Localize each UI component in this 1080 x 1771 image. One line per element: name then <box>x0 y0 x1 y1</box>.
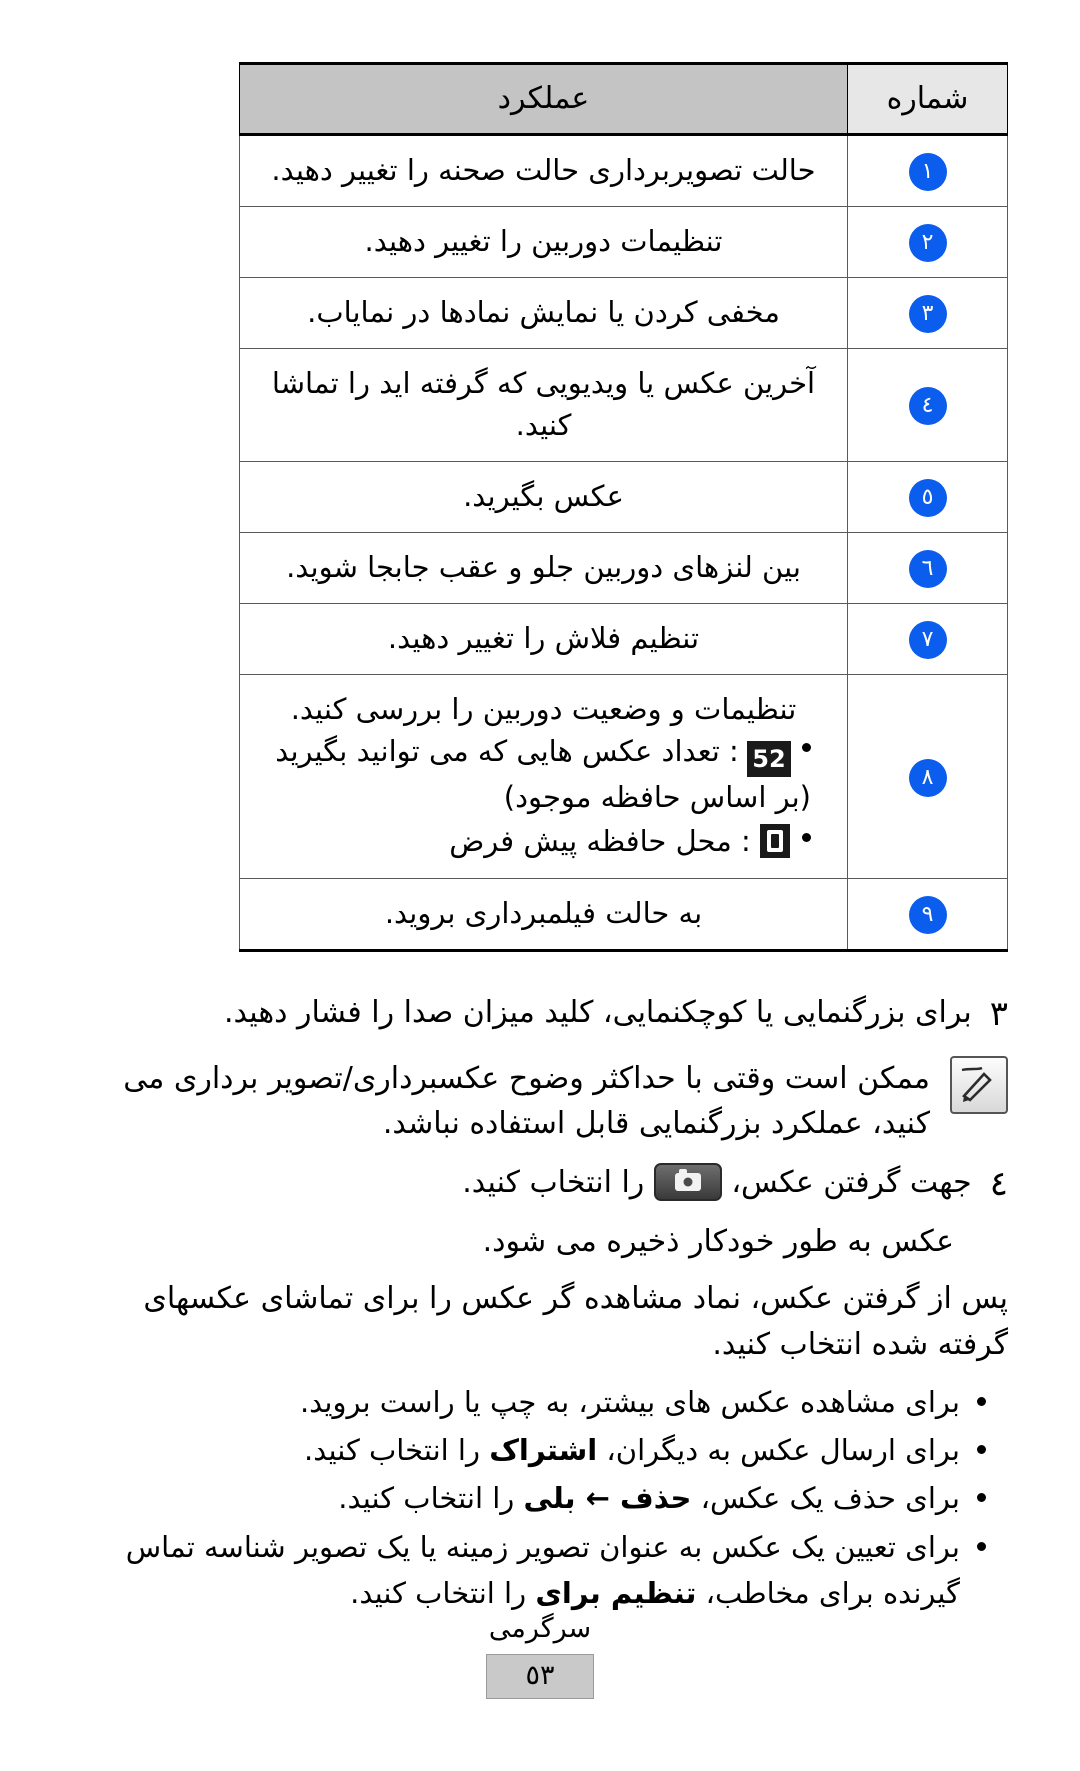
badge-number-5: ٥ <box>908 479 947 518</box>
table-row: ٢ تنظیمات دوربین را تغییر دهید. <box>239 206 1008 279</box>
step-3-number: ٣ <box>989 994 1008 1035</box>
row-number-cell: ١ <box>847 133 1008 208</box>
row-function-cell: تنظیم فلاش را تغییر دهید. <box>239 603 848 676</box>
list-item: برای تعیین یک عکس به عنوان تصویر زمینه ی… <box>72 1524 990 1617</box>
table-row: ٨ تنظیمات و وضعیت دوربین را بررسی کنید. … <box>239 674 1008 880</box>
option-4-bold: تنظیم برای <box>535 1576 697 1611</box>
row-number-cell: ٧ <box>847 603 1008 676</box>
row-function-cell: حالت تصویربرداری حالت صحنه را تغییر دهید… <box>239 133 848 208</box>
badge-number-7: ٧ <box>908 621 947 660</box>
row-number-cell: ٣ <box>847 277 1008 350</box>
badge-number-9: ٩ <box>908 896 947 935</box>
row-function-cell: عکس بگیرید. <box>239 461 848 534</box>
table-row: ٦ بین لنزهای دوربین جلو و عقب جابجا شوید… <box>239 532 1008 605</box>
row-number-cell: ٥ <box>847 461 1008 534</box>
step-3: ٣ برای بزرگنمایی یا کوچکنمایی، کلید میزا… <box>72 990 1008 1039</box>
row-function-cell: مخفی کردن یا نمایش نمادها در نمایاب. <box>239 277 848 350</box>
table-row: ٥ عکس بگیرید. <box>239 461 1008 534</box>
row-function-cell: بین لنزهای دوربین جلو و عقب جابجا شوید. <box>239 532 848 605</box>
row8-bullet-1-text: : تعداد عکس هایی که می توانید بگیرید (بر… <box>275 734 811 815</box>
badge-number-4: ٤ <box>908 387 947 426</box>
footer-section-title: سرگرمی <box>488 1613 592 1644</box>
note-pencil-icon <box>950 1055 1008 1114</box>
after-capture-paragraph: پس از گرفتن عکس، نماد مشاهده گر عکس را ب… <box>143 1280 1008 1363</box>
option-2-before: برای ارسال عکس به دیگران، <box>597 1432 960 1467</box>
manual-page: شماره عملکرد ١ حالت تصویربرداری حالت صحن… <box>0 0 1080 1771</box>
options-list: برای مشاهده عکس های بیشتر، به چپ یا راست… <box>72 1379 1008 1617</box>
table-row: ٩ به حالت فیلمبرداری بروید. <box>239 878 1008 953</box>
bullet-dot-icon <box>802 743 811 753</box>
step-3-text: برای بزرگنمایی یا کوچکنمایی، کلید میزان … <box>223 995 972 1031</box>
table-row: ٧ تنظیم فلاش را تغییر دهید. <box>239 603 1008 676</box>
badge-number-1: ١ <box>908 153 947 191</box>
bullet-dot-icon <box>802 832 811 842</box>
row8-bullet-1: 52 : تعداد عکس هایی که می توانید بگیرید … <box>266 730 821 820</box>
row-function-cell: به حالت فیلمبرداری بروید. <box>239 878 848 953</box>
column-header-number: شماره <box>847 62 1008 136</box>
row-number-cell: ٩ <box>847 878 1008 953</box>
row-number-cell: ٢ <box>847 206 1008 279</box>
option-2-bold: اشتراک <box>489 1432 598 1467</box>
row-number-cell: ٤ <box>847 348 1008 463</box>
badge-number-2: ٢ <box>908 224 947 263</box>
option-3-before: برای حذف یک عکس، <box>691 1481 960 1516</box>
row-number-cell: ٨ <box>847 674 1008 880</box>
badge-number-3: ٣ <box>908 295 947 334</box>
counter-52-icon: 52 <box>748 742 790 777</box>
table-row: ٤ آخرین عکس یا ویدیویی که گرفته اید را ت… <box>239 348 1008 463</box>
list-item: برای ارسال عکس به دیگران، اشتراک را انتخ… <box>72 1427 990 1473</box>
step-4-text-before: جهت گرفتن عکس، <box>721 1164 972 1200</box>
option-3-after: را انتخاب کنید. <box>338 1481 524 1516</box>
step-4-text: جهت گرفتن عکس، را انتخاب کنید. <box>72 1160 972 1205</box>
row8-bullet-2-text: : محل حافظه پیش فرض <box>449 823 760 858</box>
table-header-row: شماره عملکرد <box>239 62 1008 136</box>
note-callout: ممکن است وقتی با حداکثر وضوح عکسبرداری/ت… <box>72 1055 1008 1146</box>
column-header-function: عملکرد <box>239 62 848 136</box>
page-footer: سرگرمی ٥٣ <box>0 1613 1080 1699</box>
row8-bullet-2: : محل حافظه پیش فرض <box>266 820 821 864</box>
table-row: ٣ مخفی کردن یا نمایش نمادها در نمایاب. <box>239 277 1008 350</box>
option-2-after: را انتخاب کنید. <box>304 1432 490 1467</box>
memory-location-icon <box>760 823 790 858</box>
row-function-cell: تنظیمات و وضعیت دوربین را بررسی کنید. 52… <box>239 674 848 880</box>
instruction-steps: ٣ برای بزرگنمایی یا کوچکنمایی، کلید میزا… <box>72 990 1008 1616</box>
list-item: برای حذف یک عکس، حذف ← بلی را انتخاب کنی… <box>72 1475 990 1521</box>
option-4-after: را انتخاب کنید. <box>350 1576 536 1611</box>
badge-number-8: ٨ <box>908 758 947 797</box>
autosave-paragraph: عکس به طور خودکار ذخیره می شود. <box>482 1224 954 1260</box>
row-number-cell: ٦ <box>847 532 1008 605</box>
row-function-cell: تنظیمات دوربین را تغییر دهید. <box>239 206 848 279</box>
badge-number-6: ٦ <box>908 550 947 589</box>
page-number: ٥٣ <box>486 1654 594 1699</box>
row-function-cell: آخرین عکس یا ویدیویی که گرفته اید را تما… <box>239 348 848 463</box>
camera-functions-table: شماره عملکرد ١ حالت تصویربرداری حالت صحن… <box>239 62 1008 953</box>
table-row: ١ حالت تصویربرداری حالت صحنه را تغییر ده… <box>239 133 1008 208</box>
note-text: ممکن است وقتی با حداکثر وضوح عکسبرداری/ت… <box>123 1060 930 1141</box>
step-4: ٤ جهت گرفتن عکس، را انتخاب کنید. <box>72 1160 1008 1209</box>
step-4-number: ٤ <box>989 1163 1008 1204</box>
list-item: برای مشاهده عکس های بیشتر، به چپ یا راست… <box>72 1379 990 1425</box>
row8-intro: تنظیمات و وضعیت دوربین را بررسی کنید. <box>290 692 797 727</box>
camera-shutter-icon <box>653 1162 722 1201</box>
step-4-text-after: را انتخاب کنید. <box>462 1164 654 1200</box>
option-3-bold: حذف ← بلی <box>523 1481 692 1516</box>
